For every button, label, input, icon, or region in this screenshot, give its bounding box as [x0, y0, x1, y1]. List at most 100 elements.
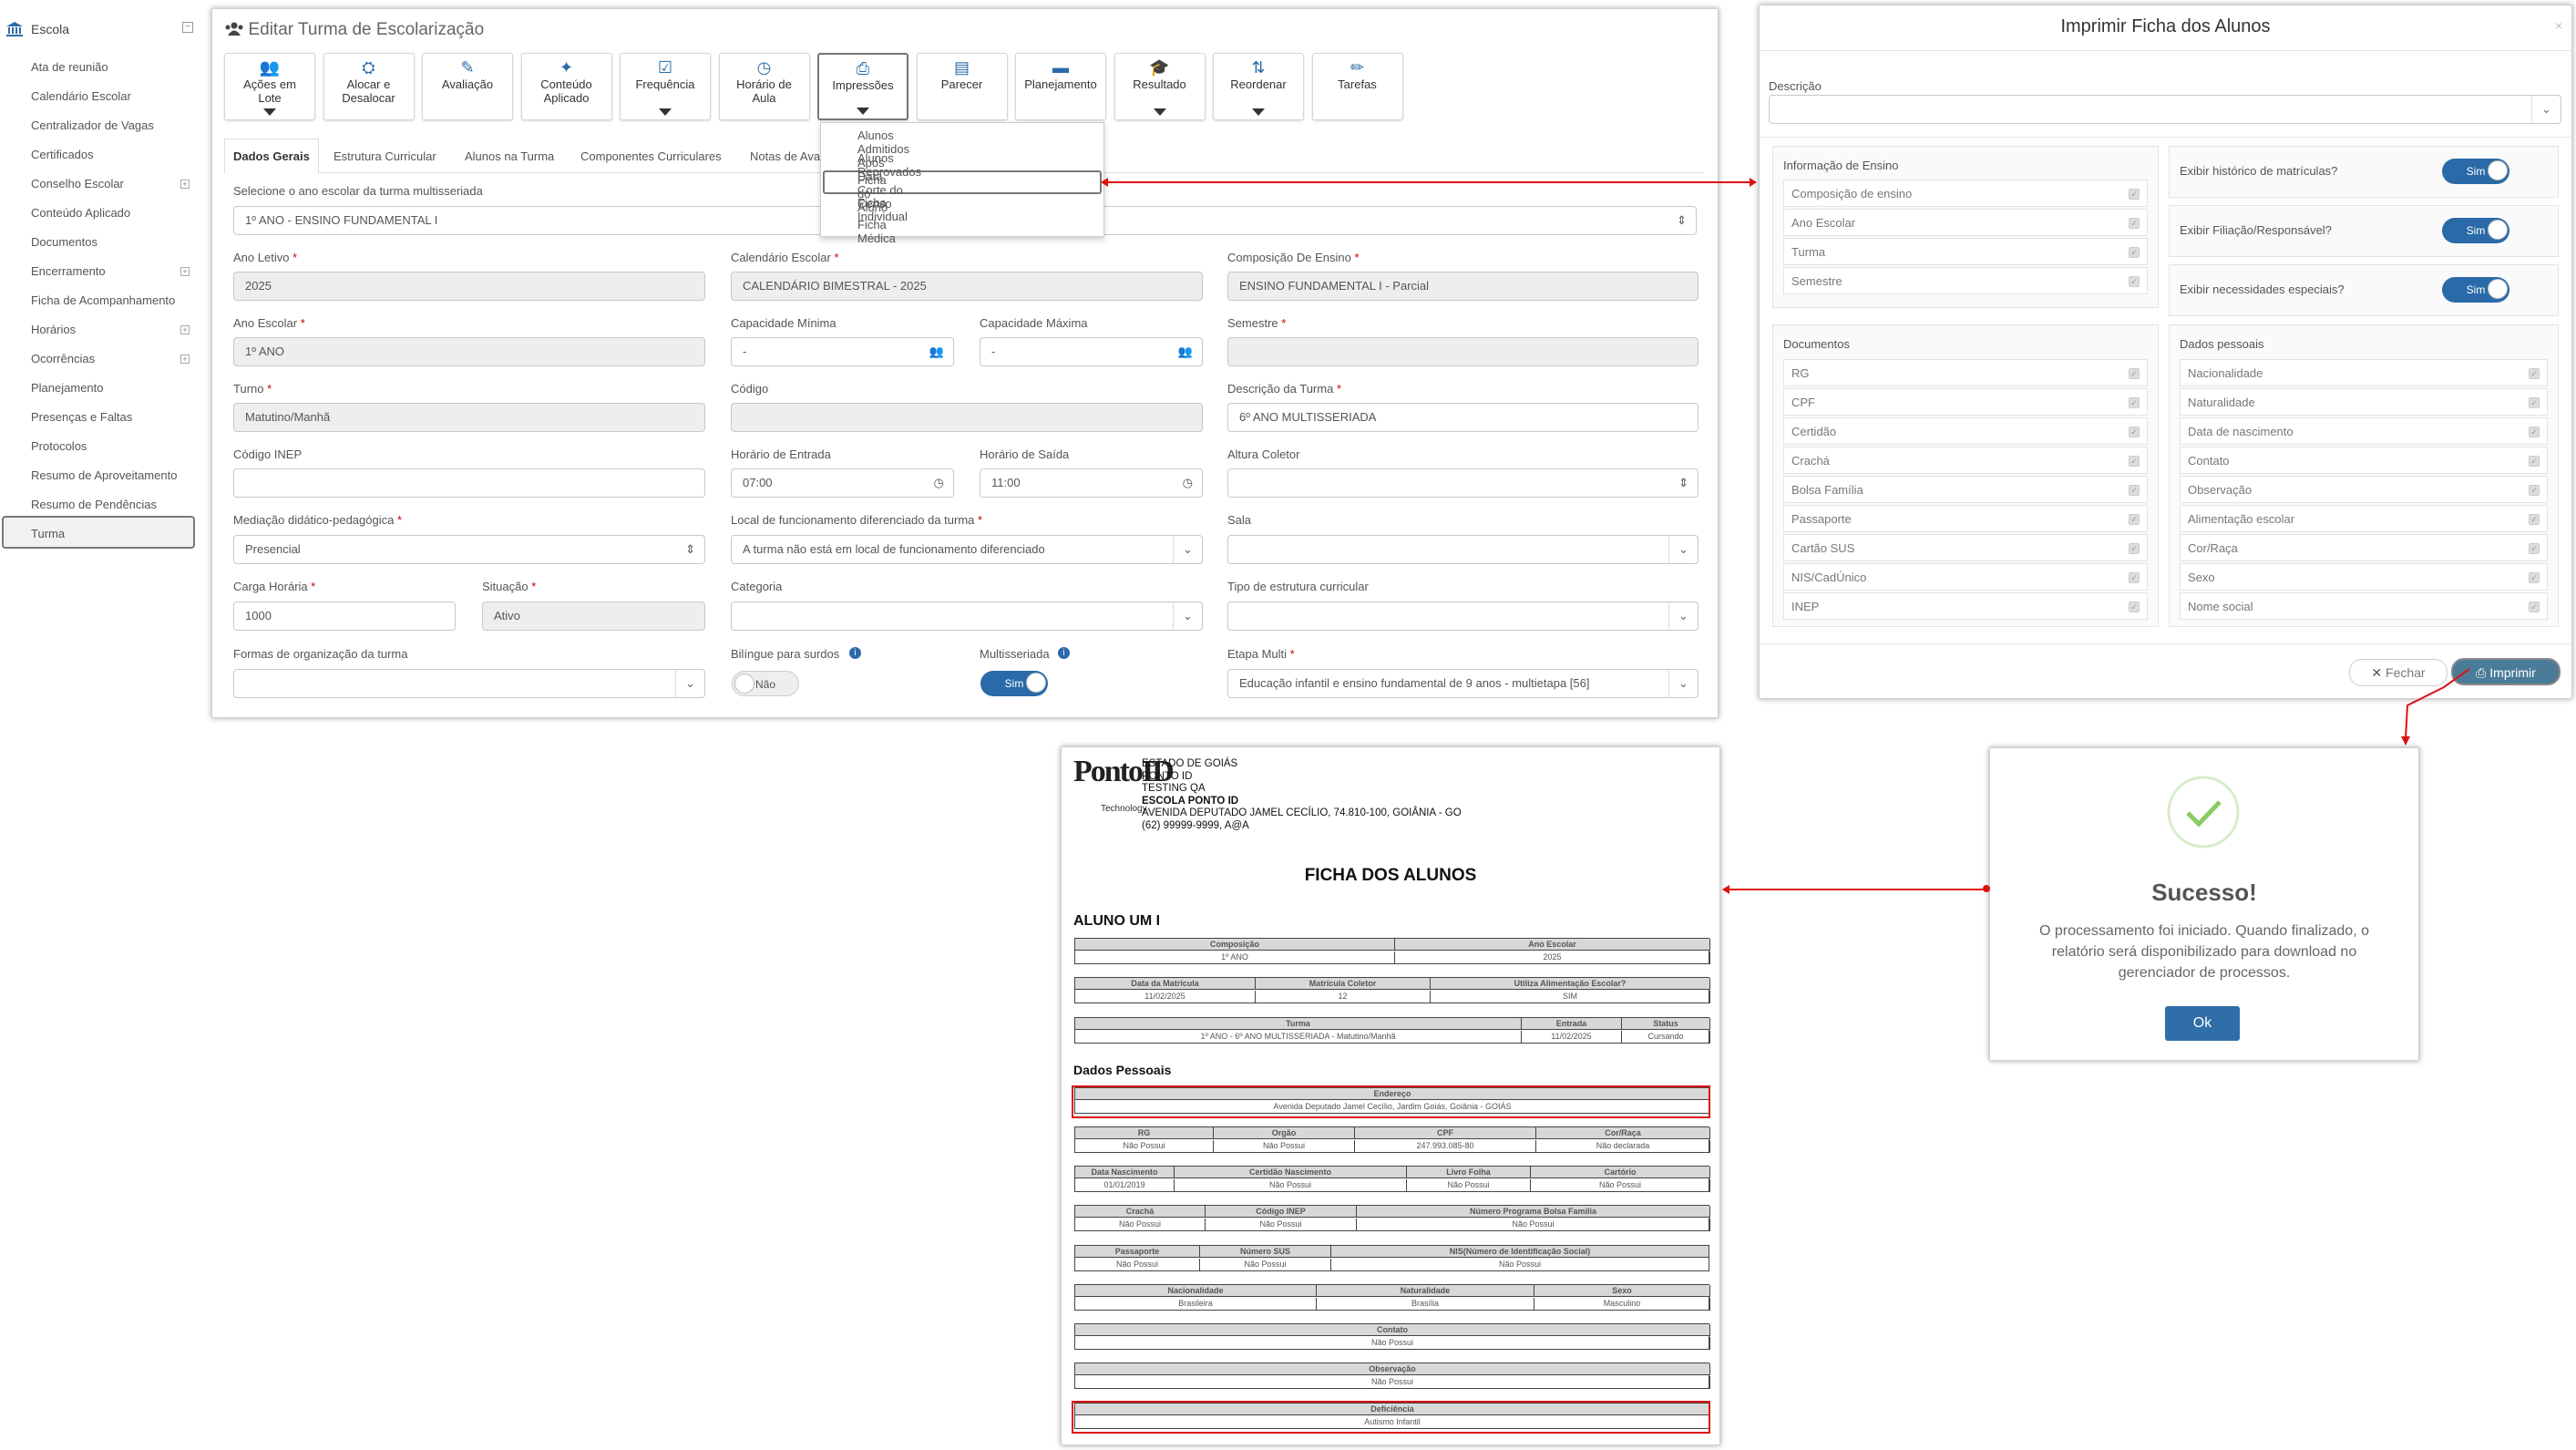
checkbox-box[interactable]: ✓ [2129, 427, 2140, 437]
checkbox-item[interactable]: Ano Escolar ✓ [1783, 209, 2148, 236]
checkbox-box[interactable]: ✓ [2529, 543, 2540, 554]
modal-close-icon[interactable]: × [2555, 18, 2562, 33]
checkbox-box[interactable]: ✓ [2129, 543, 2140, 554]
checkbox-item[interactable]: Naturalidade ✓ [2180, 388, 2548, 416]
checkbox-item[interactable]: Passaporte ✓ [1783, 505, 2148, 532]
question-toggle[interactable]: Sim [2442, 159, 2509, 184]
toolbar-button-parecer[interactable]: ▤ Parecer [916, 53, 1008, 120]
tipo-select[interactable]: ⌄ [1227, 602, 1699, 631]
checkbox-box[interactable]: ✓ [2529, 485, 2540, 496]
toolbar-button-horário-de[interactable]: ◷ Horário de Aula [718, 53, 810, 120]
sidebar-item[interactable]: Resumo de Aproveitamento [31, 467, 195, 485]
expand-icon[interactable]: + [180, 180, 190, 189]
categoria-select[interactable]: ⌄ [731, 602, 1203, 631]
carga-input[interactable]: 1000 [233, 602, 456, 631]
sidebar-item[interactable]: Ata de reunião [31, 58, 195, 77]
sidebar-item[interactable]: Resumo de Pendências [31, 496, 195, 514]
sidebar-item[interactable]: Presenças e Faltas [31, 408, 195, 427]
sidebar-item[interactable]: Certificados [31, 146, 195, 164]
checkbox-box[interactable]: ✓ [2529, 397, 2540, 408]
altura-select[interactable]: ⇕ [1227, 468, 1699, 498]
sidebar-item[interactable]: Ficha de Acompanhamento [31, 292, 195, 310]
sidebar-item[interactable]: Documentos [31, 233, 195, 252]
checkbox-item[interactable]: Bolsa Família ✓ [1783, 476, 2148, 503]
checkbox-box[interactable]: ✓ [2529, 602, 2540, 612]
inep-input[interactable] [233, 468, 705, 498]
sidebar-item[interactable]: Encerramento + [31, 262, 195, 281]
saida-input[interactable]: 11:00 ◷ [980, 468, 1203, 498]
toolbar-button-reordenar[interactable]: ⇅ Reordenar [1213, 53, 1304, 120]
checkbox-item[interactable]: Sexo ✓ [2180, 563, 2548, 591]
checkbox-box[interactable]: ✓ [2529, 456, 2540, 467]
sidebar-item[interactable]: Calendário Escolar [31, 87, 195, 106]
checkbox-item[interactable]: CPF ✓ [1783, 388, 2148, 416]
checkbox-box[interactable]: ✓ [2129, 456, 2140, 467]
checkbox-box[interactable]: ✓ [2129, 368, 2140, 379]
descricao-input[interactable]: 6º ANO MULTISSERIADA [1227, 403, 1699, 432]
sidebar-item[interactable]: Horários + [31, 321, 195, 339]
checkbox-item[interactable]: INEP ✓ [1783, 592, 2148, 620]
toolbar-button-conteúdo[interactable]: ✦ Conteúdo Aplicado [520, 53, 612, 120]
expand-icon[interactable]: + [180, 355, 190, 364]
checkbox-box[interactable]: ✓ [2529, 572, 2540, 583]
tab-3[interactable]: Componentes Curriculares [580, 149, 722, 163]
multisseriada-toggle[interactable]: Sim [980, 671, 1048, 696]
entrada-input[interactable]: 07:00 ◷ [731, 468, 954, 498]
checkbox-box[interactable]: ✓ [2529, 427, 2540, 437]
toolbar-button-frequência[interactable]: ☑ Frequência [620, 53, 711, 120]
expand-icon[interactable]: + [180, 325, 190, 334]
tab-2[interactable]: Alunos na Turma [465, 149, 554, 163]
sidebar-item[interactable]: Conteúdo Aplicado [31, 204, 195, 222]
collapse-icon[interactable]: − [182, 22, 193, 33]
checkbox-item[interactable]: Turma ✓ [1783, 238, 2148, 265]
checkbox-item[interactable]: RG ✓ [1783, 359, 2148, 386]
sidebar-item[interactable]: Conselho Escolar + [31, 175, 195, 193]
checkbox-item[interactable]: Crachá ✓ [1783, 447, 2148, 474]
checkbox-item[interactable]: Cartão SUS ✓ [1783, 534, 2148, 561]
ok-button[interactable]: Ok [2165, 1006, 2240, 1041]
checkbox-item[interactable]: Observação ✓ [2180, 476, 2548, 503]
toolbar-button-alocar-e[interactable]: ⛭ Alocar e Desalocar [323, 53, 415, 120]
formas-select[interactable]: ⌄ [233, 669, 705, 698]
sidebar-item[interactable]: Planejamento [31, 379, 195, 397]
checkbox-box[interactable]: ✓ [2529, 368, 2540, 379]
checkbox-box[interactable]: ✓ [2129, 218, 2140, 229]
question-toggle[interactable]: Sim [2442, 218, 2509, 243]
checkbox-box[interactable]: ✓ [2129, 276, 2140, 287]
checkbox-item[interactable]: Nome social ✓ [2180, 592, 2548, 620]
sidebar-item[interactable]: Ocorrências + [31, 350, 195, 368]
tab-4[interactable]: Notas de Ava [750, 149, 820, 163]
checkbox-box[interactable]: ✓ [2129, 247, 2140, 258]
tab-1[interactable]: Estrutura Curricular [334, 149, 436, 163]
checkbox-box[interactable]: ✓ [2129, 397, 2140, 408]
checkbox-box[interactable]: ✓ [2529, 514, 2540, 525]
checkbox-item[interactable]: Alimentação escolar ✓ [2180, 505, 2548, 532]
toolbar-button-avaliação[interactable]: ✎ Avaliação [422, 53, 513, 120]
checkbox-item[interactable]: Nacionalidade ✓ [2180, 359, 2548, 386]
toolbar-button-impressões[interactable]: ⎙ Impressões [817, 53, 908, 120]
sala-select[interactable]: ⌄ [1227, 535, 1699, 564]
toolbar-button-ações-em[interactable]: 👥 Ações em Lote [224, 53, 315, 120]
sidebar-item[interactable]: Turma [31, 525, 195, 543]
mediacao-select[interactable]: Presencial ⇕ [233, 535, 705, 564]
descricao-select[interactable]: ⌄ [1769, 95, 2561, 124]
checkbox-item[interactable]: NIS/CadÚnico ✓ [1783, 563, 2148, 591]
checkbox-item[interactable]: Composição de ensino ✓ [1783, 180, 2148, 207]
checkbox-item[interactable]: Semestre ✓ [1783, 267, 2148, 294]
expand-icon[interactable]: + [180, 267, 190, 276]
toolbar-button-planejamento[interactable]: ▬ Planejamento [1015, 53, 1106, 120]
question-toggle[interactable]: Sim [2442, 277, 2509, 303]
print-menu-item[interactable]: Ficha Médica [857, 218, 896, 245]
checkbox-box[interactable]: ✓ [2129, 189, 2140, 200]
bilingue-toggle[interactable]: Não [732, 671, 799, 696]
sidebar-item[interactable]: Centralizador de Vagas [31, 117, 195, 135]
cap-max-input[interactable]: - 👥 [980, 337, 1203, 366]
checkbox-box[interactable]: ✓ [2129, 514, 2140, 525]
tab-0[interactable]: Dados Gerais [233, 149, 310, 163]
cap-min-input[interactable]: - 👥 [731, 337, 954, 366]
toolbar-button-tarefas[interactable]: ✏ Tarefas [1311, 53, 1403, 120]
checkbox-item[interactable]: Certidão ✓ [1783, 417, 2148, 445]
checkbox-box[interactable]: ✓ [2129, 602, 2140, 612]
sidebar-header[interactable]: Escola − [5, 18, 197, 40]
checkbox-item[interactable]: Contato ✓ [2180, 447, 2548, 474]
